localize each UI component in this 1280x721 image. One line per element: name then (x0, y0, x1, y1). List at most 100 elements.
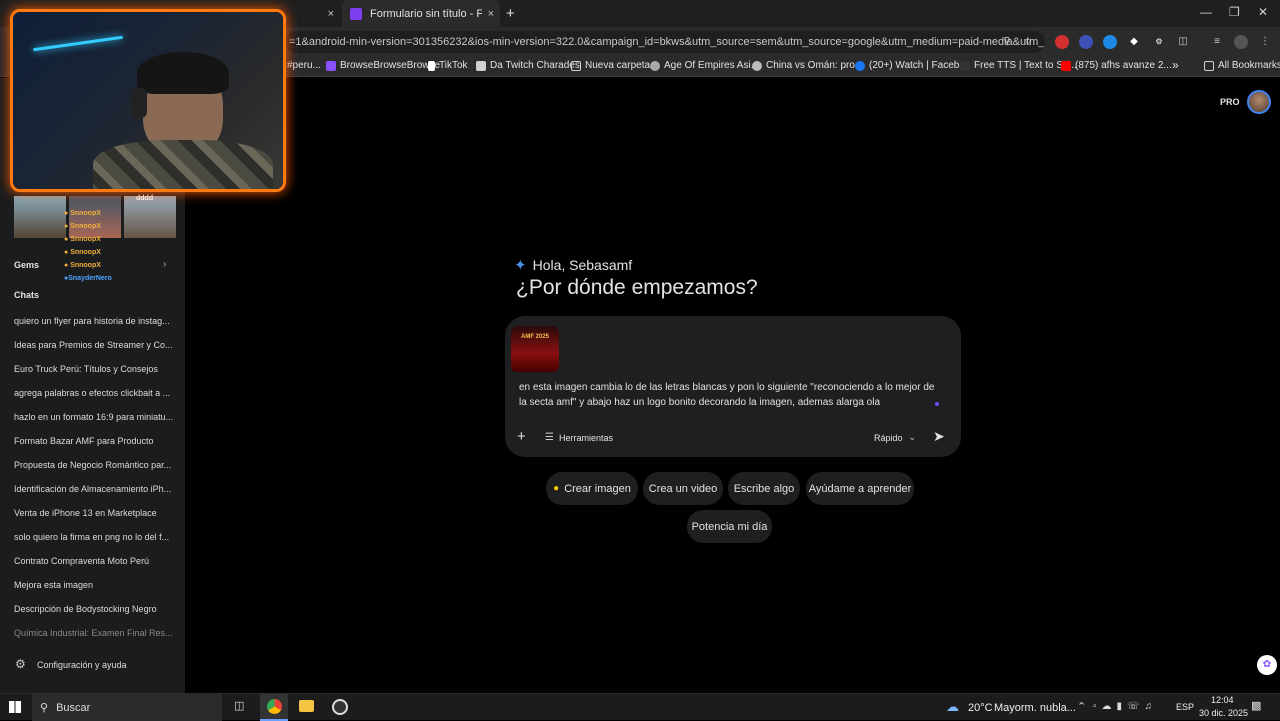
chat-history-item[interactable]: solo quiero la firma en png no lo del f.… (14, 532, 174, 542)
bookmark-item[interactable]: BrowseBrowseBrowse (326, 60, 440, 71)
chip-create-image[interactable]: ● Crear imagen (546, 472, 638, 505)
stream-chat-overlay: ● SnnoopX ● SnnoopX ● SnnoopX ● SnnoopX … (64, 210, 112, 282)
chat-history-item[interactable]: quiero un flyer para historia de instag.… (14, 316, 174, 326)
chevron-up-icon[interactable]: ⌃ (1077, 700, 1086, 713)
settings-help-link[interactable]: Configuración y ayuda (37, 660, 127, 670)
prompt-input-card[interactable]: AMF 2025 en esta imagen cambia lo de las… (505, 316, 961, 457)
taskbar-search[interactable]: ⚲ Buscar (32, 694, 222, 721)
chat-history-item[interactable]: Formato Bazar AMF para Producto (14, 436, 174, 446)
bookmark-item[interactable]: TikTok (428, 60, 468, 71)
tools-label: Herramientas (558, 432, 613, 443)
windows-start-icon[interactable] (9, 701, 21, 713)
new-tab-button[interactable]: + (506, 0, 520, 27)
tools-button[interactable]: ☰ Herramientas (545, 432, 613, 443)
bookmark-item[interactable]: Da Twitch Charades (476, 60, 580, 71)
webcam-overlay (10, 9, 286, 192)
weather-temp[interactable]: 20°C (968, 702, 993, 714)
clock-date[interactable]: 30 dic. 2025 (1199, 708, 1248, 718)
tab-close-icon[interactable]: × (328, 8, 334, 20)
attachment-caption: AMF 2025 (520, 334, 549, 340)
extension-off-icon[interactable]: ⚙ (1152, 35, 1166, 49)
chat-history-item[interactable]: hazlo en un formato 16:9 para miniatu... (14, 412, 174, 422)
add-attachment-button[interactable]: + (517, 428, 526, 445)
extension-cyan-icon[interactable] (1103, 35, 1117, 49)
notifications-icon[interactable]: ▩ (1251, 699, 1261, 712)
mode-label: Rápido (874, 432, 903, 443)
profile-avatar-icon[interactable] (1234, 35, 1248, 49)
zoom-icon[interactable]: ⚲ (1000, 35, 1014, 49)
weather-desc[interactable]: Mayorm. nubla... (994, 702, 1076, 714)
tab-active[interactable]: Formulario sin título - Formula × (342, 0, 500, 27)
pro-badge[interactable]: PRO (1220, 97, 1240, 107)
chat-history-item[interactable]: agrega palabras o efectos clickbait a ..… (14, 388, 174, 398)
search-icon: ⚲ (40, 702, 49, 714)
headset (131, 88, 147, 118)
tiktok-icon (428, 60, 435, 71)
bookmark-item[interactable]: China vs Omán: pro... (752, 60, 863, 71)
bookmarks-overflow-button[interactable]: » (1172, 58, 1179, 72)
chat-history-item[interactable]: Euro Truck Perú: Títulos y Consejos (14, 364, 174, 374)
tray-icons[interactable]: ▫☁▮☏♫ (1093, 701, 1157, 712)
chat-history-item[interactable]: Propuesta de Negocio Romántico par... (14, 460, 174, 470)
chip-create-video[interactable]: Crea un video (643, 472, 723, 505)
model-mode-select[interactable]: Rápido ⌄ (874, 432, 916, 443)
tts-icon (960, 60, 970, 71)
greeting-text: Hola, Sebasamf (532, 257, 633, 273)
chrome-taskbar-icon[interactable] (260, 694, 288, 721)
clock-time[interactable]: 12:04 (1211, 695, 1234, 705)
person-body (93, 140, 273, 189)
chat-history-item[interactable]: Identificación de Almacenamiento iPh... (14, 484, 174, 494)
chat-history-item[interactable]: Ideas para Premios de Streamer y Co... (14, 340, 174, 350)
task-view-icon[interactable]: ◫ (234, 699, 244, 712)
bookmark-item[interactable]: (20+) Watch | Faceb... (855, 60, 968, 71)
globe-icon (650, 60, 660, 71)
address-bar[interactable]: =1&android-min-version=301356232&ios-min… (285, 31, 1045, 53)
gems-label[interactable]: Gems (14, 260, 39, 270)
forms-favicon-icon (350, 7, 362, 20)
extension-blue-icon[interactable] (1079, 35, 1093, 49)
chip-boost-day[interactable]: Potencia mi día (687, 510, 772, 543)
bookmark-item[interactable]: (875) afhs avanze 2... (1061, 60, 1172, 71)
prompt-textarea[interactable]: en esta imagen cambia lo de las letras b… (519, 380, 943, 410)
chat-history-item[interactable]: Química Industrial: Examen Final Res... (14, 628, 174, 638)
chat-history-item[interactable]: Mejora esta imagen (14, 580, 174, 590)
chat-history-item[interactable]: Contrato Compraventa Moto Perú (14, 556, 174, 566)
account-avatar[interactable] (1247, 90, 1271, 114)
tab-close-icon[interactable]: × (488, 8, 494, 20)
bookmark-star-icon[interactable]: ☆ (1021, 35, 1035, 49)
tab-title: Formulario sin título - Formula (370, 7, 482, 20)
bookmark-folder[interactable]: Nueva carpeta (571, 60, 650, 71)
language-indicator[interactable]: ESP (1176, 702, 1194, 712)
chevron-right-icon[interactable]: › (163, 259, 166, 270)
chip-help-learn[interactable]: Ayúdame a aprender (806, 472, 914, 505)
extensions-puzzle-icon[interactable]: ◫ (1176, 35, 1190, 49)
file-explorer-icon[interactable] (299, 700, 314, 712)
close-window-icon[interactable]: ✕ (1258, 5, 1268, 19)
bookmark-item[interactable]: Age Of Empires Asi... (650, 60, 759, 71)
gear-icon[interactable]: ⚙ (15, 657, 26, 671)
floating-extension-icon[interactable]: ✿ (1257, 655, 1277, 675)
browse-icon (326, 60, 336, 71)
chat-history-item[interactable]: Venta de iPhone 13 en Marketplace (14, 508, 174, 518)
youtube-icon (1061, 60, 1071, 71)
media-control-icon[interactable]: ≡ (1210, 35, 1224, 49)
chevron-down-icon: ⌄ (908, 432, 917, 442)
bookmark-item[interactable]: #peru... (287, 60, 321, 71)
minimize-icon[interactable]: — (1200, 5, 1212, 19)
extension-red-icon[interactable] (1055, 35, 1069, 49)
chat-history-item[interactable]: Descripción de Bodystocking Negro (14, 604, 174, 614)
obs-app-icon[interactable] (332, 699, 348, 715)
banana-icon: ● (553, 483, 560, 494)
chip-write[interactable]: Escribe algo (728, 472, 800, 505)
restore-icon[interactable]: ❐ (1229, 5, 1240, 19)
send-button[interactable]: ➤ (933, 428, 945, 445)
attached-image-thumbnail[interactable]: AMF 2025 (511, 326, 559, 372)
chats-label: Chats (14, 290, 40, 300)
browser-menu-icon[interactable]: ⋮ (1258, 35, 1272, 49)
gemini-sparkle-icon: ✦ (514, 257, 527, 274)
voice-indicator-dot (935, 402, 939, 406)
extension-diamond-icon[interactable]: ◆ (1127, 35, 1141, 49)
bookmark-item[interactable]: Free TTS | Text to Sp... (960, 60, 1077, 71)
weather-icon[interactable]: ☁ (946, 699, 959, 715)
all-bookmarks-button[interactable]: All Bookmarks (1204, 60, 1280, 71)
